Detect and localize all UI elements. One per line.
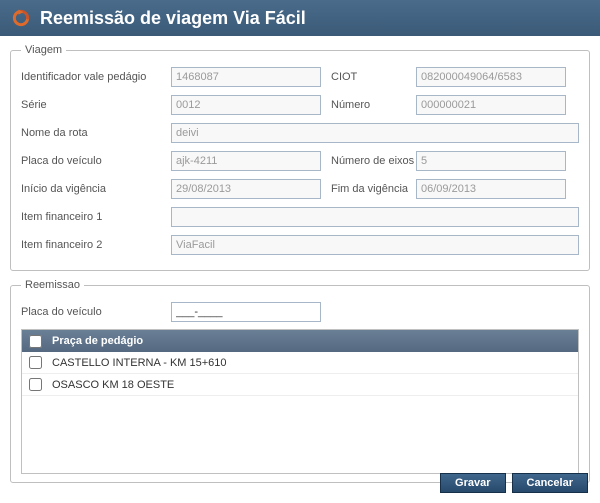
select-all-checkbox[interactable]	[29, 335, 42, 348]
field-numero	[416, 95, 566, 115]
label-inicio: Início da vigência	[21, 183, 171, 195]
field-placa	[171, 151, 321, 171]
label-num-eixos: Número de eixos	[321, 155, 416, 167]
label-item1: Item financeiro 1	[21, 211, 171, 223]
label-numero: Número	[321, 99, 416, 111]
reemissao-legend: Reemissao	[21, 279, 84, 291]
reemissao-group: Reemissao Placa do veículo Praça de pedá…	[10, 279, 590, 483]
label-serie: Série	[21, 99, 171, 111]
praca-grid: Praça de pedágio CASTELLO INTERNA - KM 1…	[21, 329, 579, 474]
field-item2	[171, 235, 579, 255]
label-nome-rota: Nome da rota	[21, 127, 171, 139]
label-item2: Item financeiro 2	[21, 239, 171, 251]
field-reemissao-placa[interactable]	[171, 302, 321, 322]
row-checkbox[interactable]	[29, 378, 42, 391]
row-label: CASTELLO INTERNA - KM 15+610	[48, 357, 578, 369]
field-item1	[171, 207, 579, 227]
label-reemissao-placa: Placa do veículo	[21, 306, 171, 318]
cancelar-button[interactable]: Cancelar	[512, 473, 588, 493]
viagem-legend: Viagem	[21, 44, 66, 56]
grid-header: Praça de pedágio	[22, 330, 578, 352]
row-label: OSASCO KM 18 OESTE	[48, 379, 578, 391]
field-id-vale	[171, 67, 321, 87]
label-ciot: CIOT	[321, 71, 416, 83]
field-inicio	[171, 179, 321, 199]
field-num-eixos	[416, 151, 566, 171]
label-placa: Placa do veículo	[21, 155, 171, 167]
grid-row[interactable]: OSASCO KM 18 OESTE	[22, 374, 578, 396]
app-icon	[10, 7, 32, 29]
field-nome-rota	[171, 123, 579, 143]
gravar-button[interactable]: Gravar	[440, 473, 505, 493]
label-id-vale: Identificador vale pedágio	[21, 71, 171, 83]
row-checkbox[interactable]	[29, 356, 42, 369]
field-fim	[416, 179, 566, 199]
content: Viagem Identificador vale pedágio CIOT S…	[0, 36, 600, 499]
label-fim: Fim da vigência	[321, 183, 416, 195]
button-bar: Gravar Cancelar	[440, 473, 588, 493]
viagem-group: Viagem Identificador vale pedágio CIOT S…	[10, 44, 590, 271]
field-ciot	[416, 67, 566, 87]
grid-header-label: Praça de pedágio	[48, 335, 578, 347]
titlebar: Reemissão de viagem Via Fácil	[0, 0, 600, 36]
field-serie	[171, 95, 321, 115]
window-title: Reemissão de viagem Via Fácil	[40, 8, 306, 29]
grid-row[interactable]: CASTELLO INTERNA - KM 15+610	[22, 352, 578, 374]
